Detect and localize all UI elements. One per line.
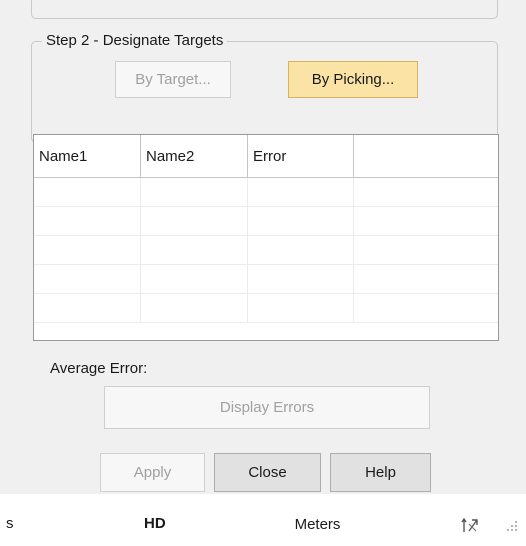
grid-cell[interactable] [141, 236, 248, 264]
grid-rows [34, 178, 498, 323]
table-row[interactable] [34, 294, 498, 323]
grid-header-blank[interactable] [354, 135, 498, 177]
by-target-button[interactable]: By Target... [115, 61, 231, 98]
table-row[interactable] [34, 236, 498, 265]
pick-tool-icon[interactable] [460, 516, 482, 538]
grid-cell[interactable] [354, 236, 498, 264]
grid-cell[interactable] [34, 236, 141, 264]
grid-cell[interactable] [354, 265, 498, 293]
grid-cell[interactable] [248, 207, 354, 235]
grid-cell[interactable] [34, 294, 141, 322]
targets-grid[interactable]: Name1 Name2 Error [33, 134, 499, 341]
table-row[interactable] [34, 265, 498, 294]
table-row[interactable] [34, 178, 498, 207]
grid-cell[interactable] [141, 294, 248, 322]
display-errors-button[interactable]: Display Errors [104, 386, 430, 429]
grid-header-error[interactable]: Error [248, 135, 354, 177]
status-left-text: s [6, 515, 14, 532]
grid-cell[interactable] [354, 294, 498, 322]
grid-cell[interactable] [248, 265, 354, 293]
grid-cell[interactable] [141, 265, 248, 293]
step1-groupbox-edge [31, 0, 498, 19]
grid-header-name2[interactable]: Name2 [141, 135, 248, 177]
grid-header: Name1 Name2 Error [34, 135, 498, 178]
dialog-panel: Step 2 - Designate Targets By Target... … [0, 0, 526, 494]
grid-cell[interactable] [354, 178, 498, 206]
table-row[interactable] [34, 207, 498, 236]
grid-cell[interactable] [248, 236, 354, 264]
grid-cell[interactable] [34, 207, 141, 235]
grid-cell[interactable] [248, 294, 354, 322]
status-bar: s HD Meters [0, 513, 526, 539]
by-picking-button[interactable]: By Picking... [288, 61, 418, 98]
step2-title: Step 2 - Designate Targets [42, 32, 228, 49]
status-hd: HD [144, 515, 166, 532]
close-button[interactable]: Close [214, 453, 321, 492]
average-error-label: Average Error: [50, 360, 148, 377]
resize-grip-icon[interactable] [506, 519, 518, 536]
grid-cell[interactable] [34, 265, 141, 293]
grid-header-name1[interactable]: Name1 [34, 135, 141, 177]
grid-cell[interactable] [141, 207, 248, 235]
grid-cell[interactable] [34, 178, 141, 206]
step2-groupbox: Step 2 - Designate Targets [31, 32, 498, 143]
grid-cell[interactable] [248, 178, 354, 206]
apply-button[interactable]: Apply [100, 453, 205, 492]
grid-cell[interactable] [354, 207, 498, 235]
grid-cell[interactable] [141, 178, 248, 206]
status-units: Meters [294, 516, 341, 533]
help-button[interactable]: Help [330, 453, 431, 492]
status-units-field[interactable]: Meters [199, 513, 436, 536]
